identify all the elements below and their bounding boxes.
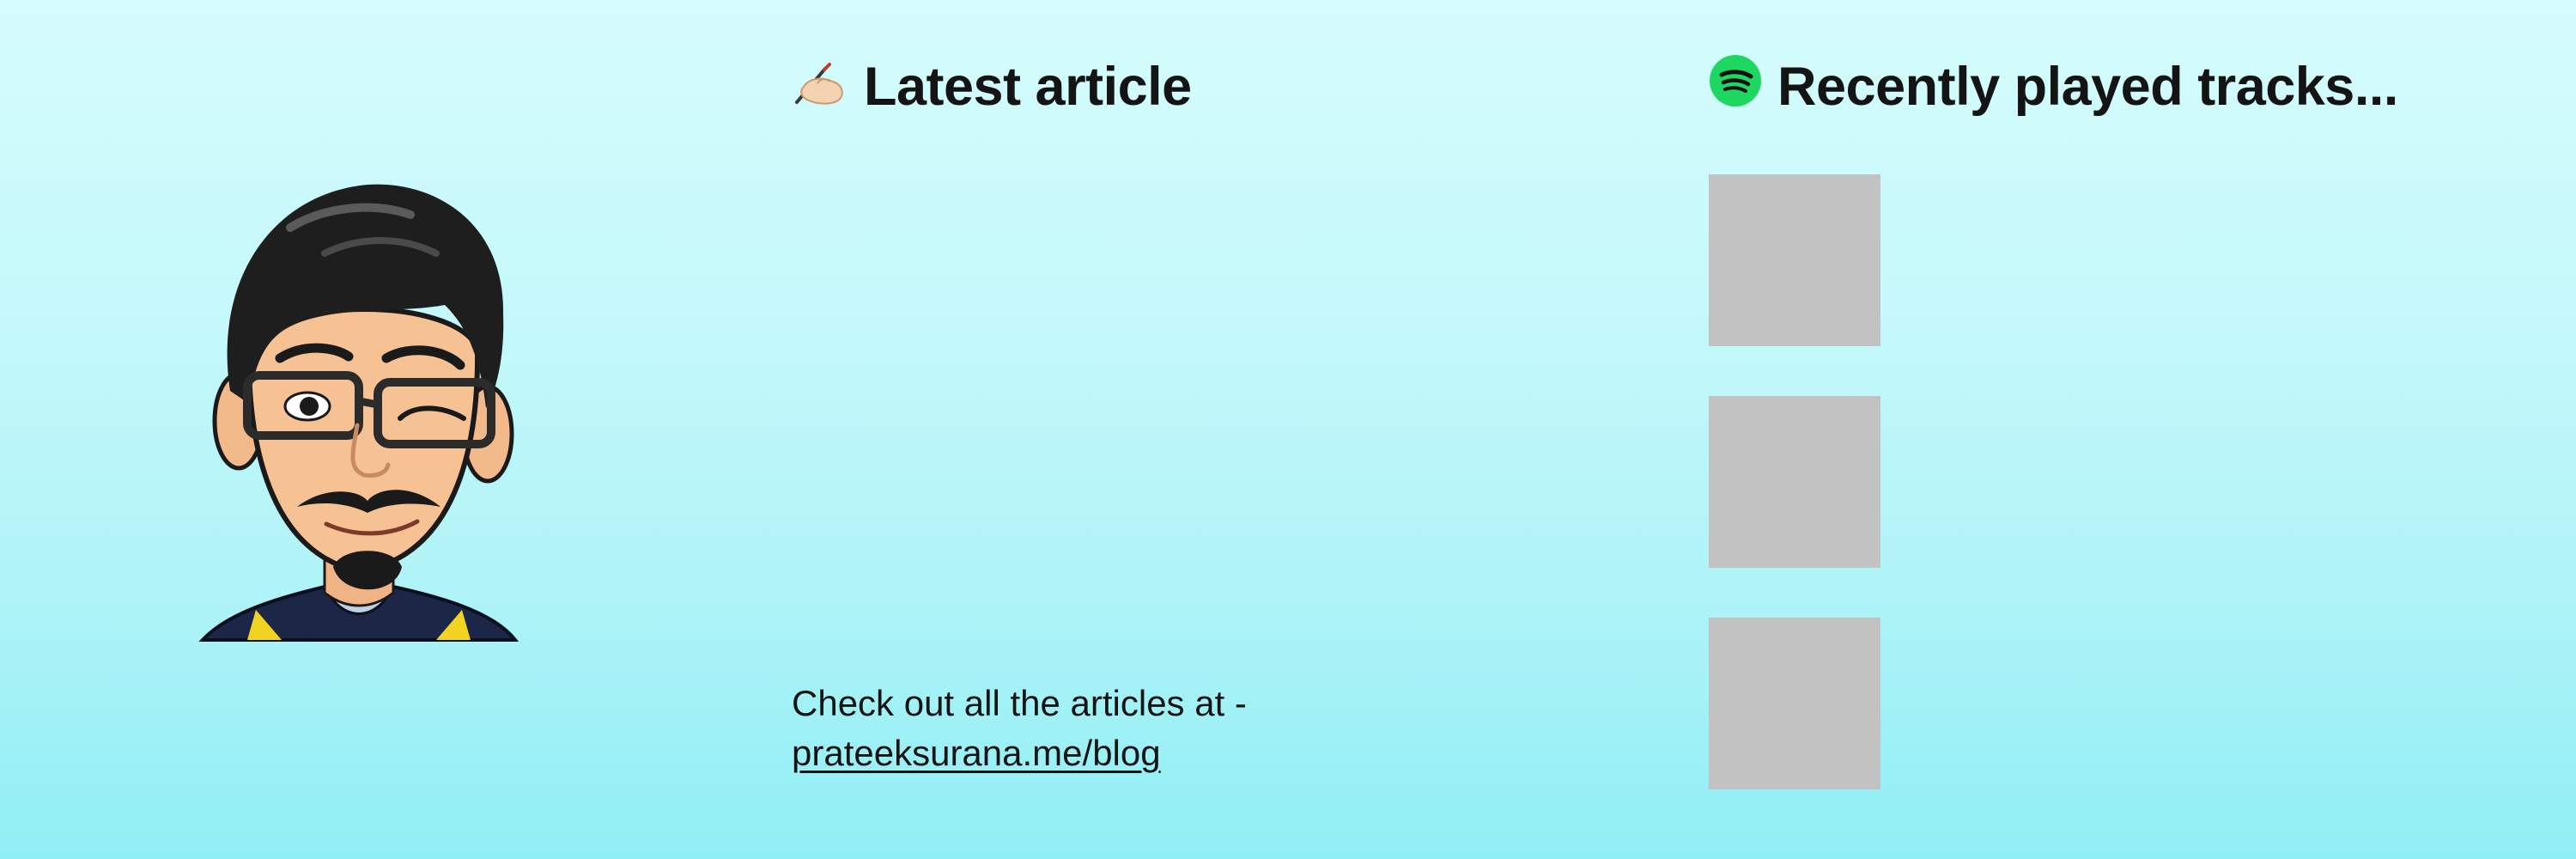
album-art-placeholder[interactable] <box>1709 396 1880 568</box>
writing-hand-icon <box>792 52 848 122</box>
recently-played-heading: Recently played tracks... <box>1709 50 2398 124</box>
recently-played-list <box>1709 174 1880 839</box>
album-art-placeholder[interactable] <box>1709 174 1880 346</box>
latest-article-heading-text: Latest article <box>864 57 1192 117</box>
blog-footer: Check out all the articles at - prateeks… <box>792 679 1247 778</box>
recently-played-heading-text: Recently played tracks... <box>1777 57 2398 117</box>
blog-link[interactable]: prateeksurana.me/blog <box>792 733 1161 773</box>
spotify-icon <box>1709 54 1762 120</box>
blog-footer-text: Check out all the articles at - <box>792 683 1247 723</box>
latest-article-heading: Latest article <box>792 50 1192 124</box>
memoji-avatar-icon <box>198 184 519 642</box>
profile-avatar <box>196 176 522 644</box>
album-art-placeholder[interactable] <box>1709 618 1880 789</box>
